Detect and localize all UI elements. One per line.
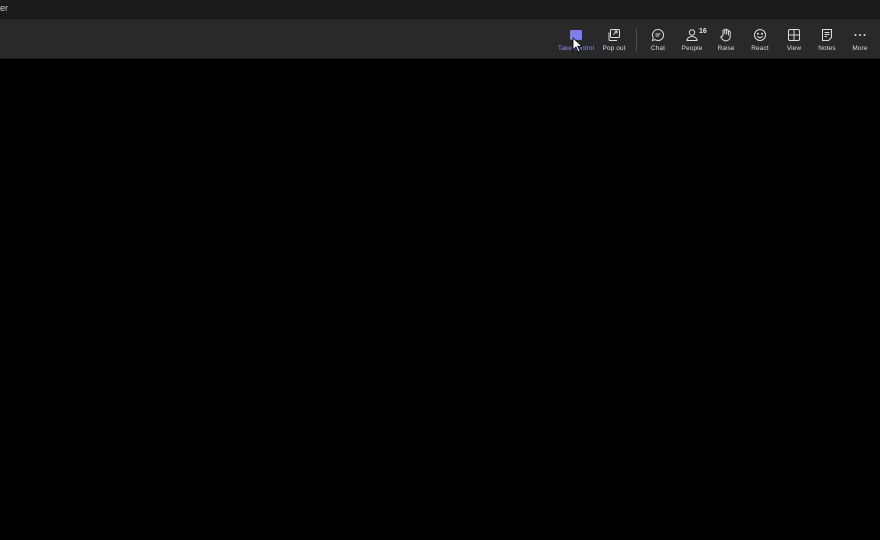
smiley-icon [752, 27, 768, 43]
people-icon: 16 [684, 27, 707, 43]
window-title: er [0, 3, 9, 13]
take-control-label: Take control [557, 45, 595, 52]
raise-label: Raise [717, 45, 735, 52]
notes-label: Notes [818, 45, 836, 52]
view-label: View [786, 45, 802, 52]
pop-out-label: Pop out [602, 45, 626, 52]
pop-out-icon [606, 27, 622, 43]
take-control-button[interactable]: Take control [556, 24, 596, 54]
take-control-icon [568, 27, 584, 43]
hand-icon [718, 27, 734, 43]
window-title-bar: er [0, 0, 880, 20]
chat-label: Chat [650, 45, 666, 52]
chat-icon [650, 27, 666, 43]
more-label: More [852, 45, 868, 52]
pop-out-button[interactable]: Pop out [594, 24, 634, 54]
toolbar-divider [636, 28, 637, 52]
more-button[interactable]: More [840, 24, 880, 54]
grid-icon [786, 27, 802, 43]
notes-icon [819, 27, 835, 43]
shared-screen-stage [0, 59, 880, 540]
people-label: People [681, 45, 703, 52]
ellipsis-icon [852, 27, 868, 43]
meeting-toolbar: Take control Pop out Chat 16 People Rais… [0, 20, 880, 59]
react-label: React [751, 45, 769, 52]
